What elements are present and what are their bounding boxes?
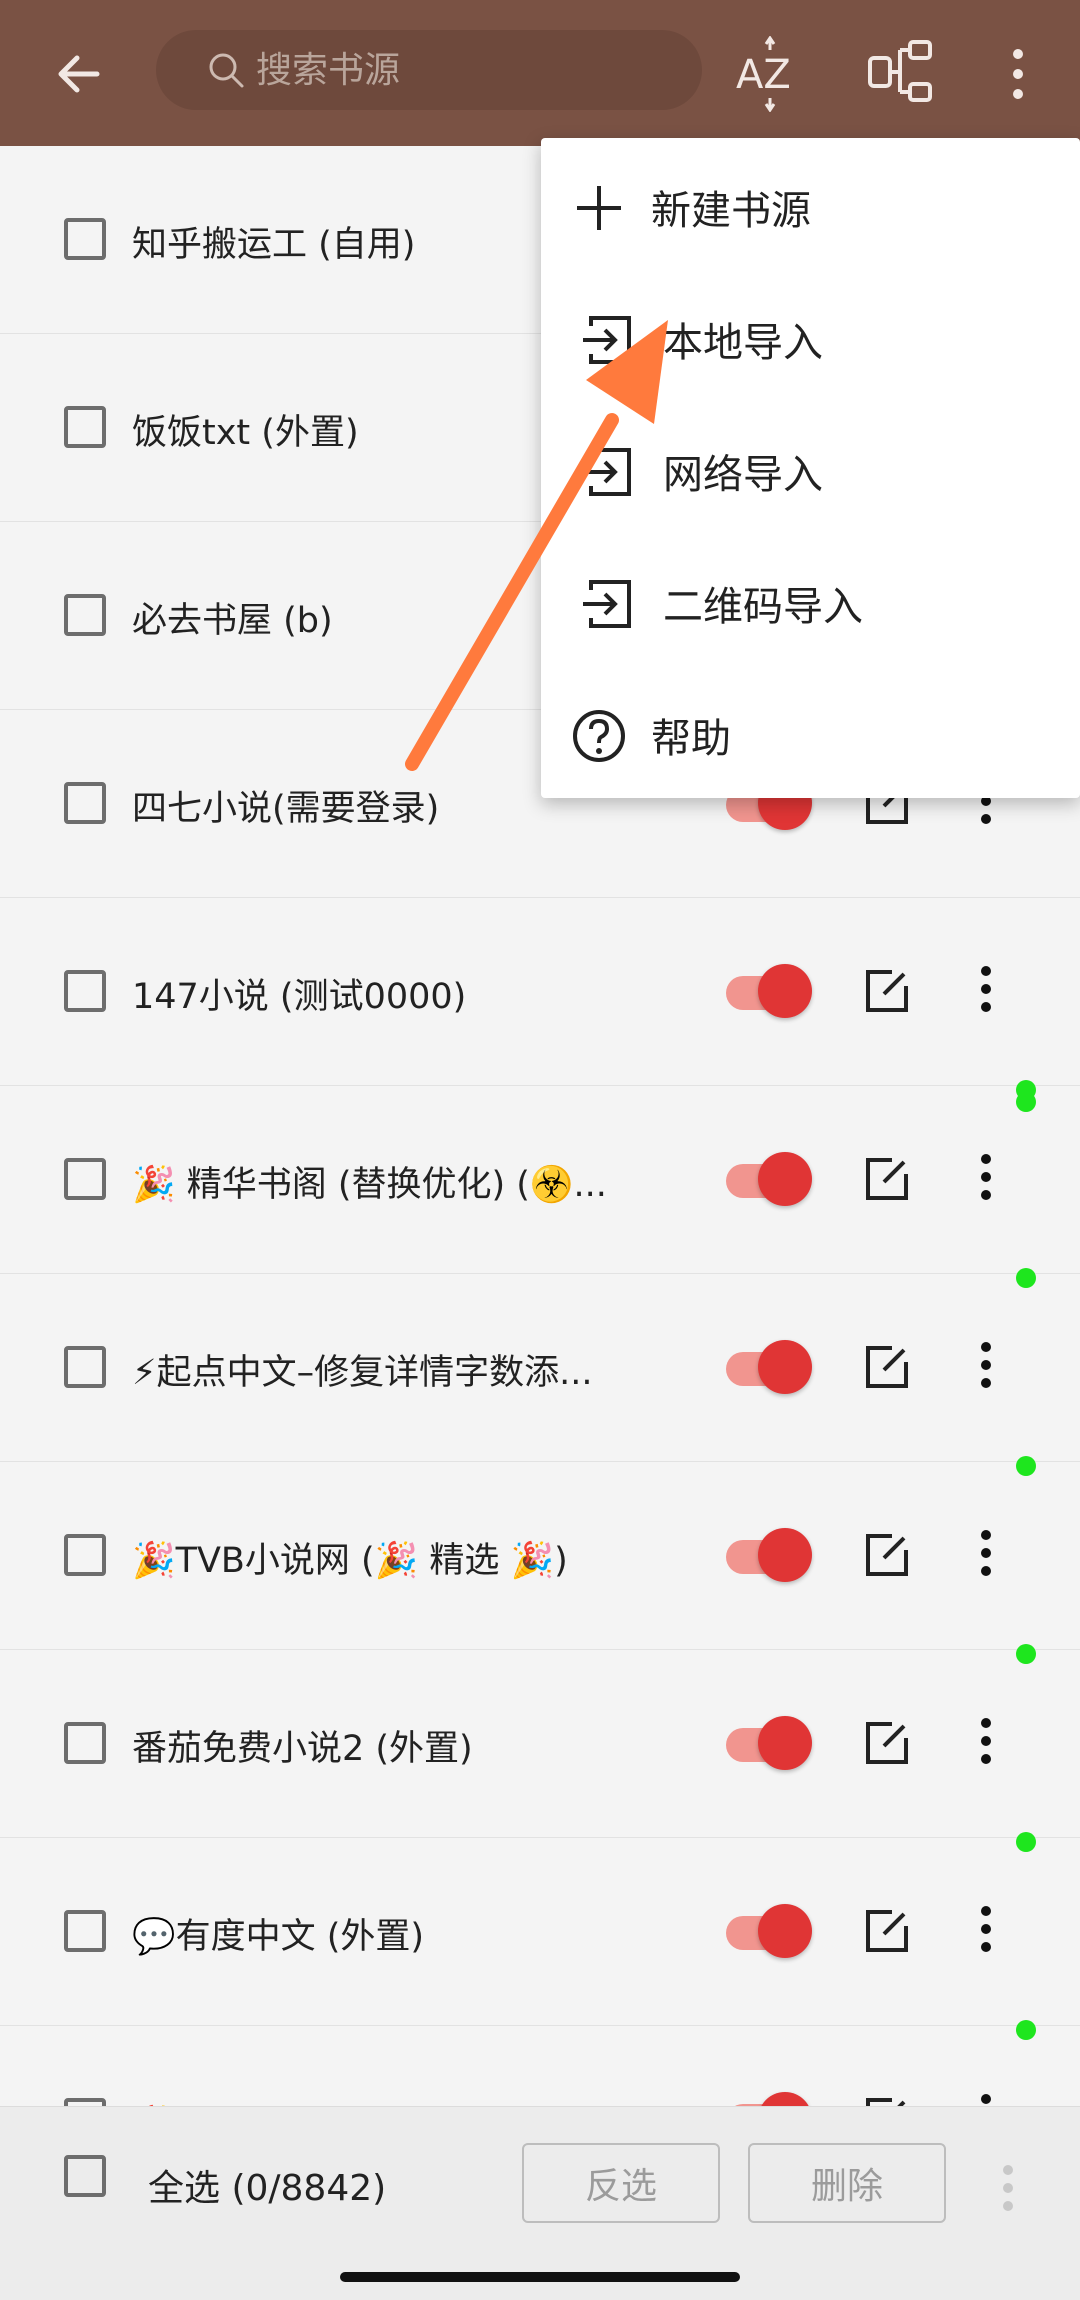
search-bar[interactable] bbox=[156, 30, 702, 110]
row-checkbox[interactable] bbox=[64, 1534, 106, 1576]
menu-item-label: 网络导入 bbox=[663, 452, 823, 498]
list-item[interactable]: 番茄免费小说2 (外置) bbox=[0, 1644, 1080, 1838]
import-icon bbox=[583, 448, 631, 496]
row-checkbox[interactable] bbox=[64, 782, 106, 824]
row-checkbox[interactable] bbox=[64, 594, 106, 636]
home-indicator bbox=[340, 2272, 740, 2282]
row-label: 🎉 精华书阁 (替换优化) (☣️... bbox=[132, 1165, 607, 1205]
search-icon bbox=[206, 50, 246, 90]
row-more-button[interactable] bbox=[978, 1718, 994, 1774]
search-input[interactable] bbox=[254, 48, 678, 92]
edit-icon[interactable] bbox=[862, 1906, 912, 1956]
list-item[interactable]: 147小说 (测试0000) bbox=[0, 898, 1080, 1112]
bottom-action-bar: 全选 (0/8842) 反选 删除 bbox=[0, 2106, 1080, 2300]
row-more-button[interactable] bbox=[978, 1906, 994, 1962]
row-label: 四七小说(需要登录) bbox=[132, 789, 440, 829]
row-checkbox[interactable] bbox=[64, 970, 106, 1012]
row-checkbox[interactable] bbox=[64, 218, 106, 260]
plus-icon bbox=[577, 186, 621, 230]
row-label: 饭饭txt (外置) bbox=[132, 413, 359, 453]
menu-item-label: 帮助 bbox=[651, 716, 731, 762]
row-more-button[interactable] bbox=[978, 1530, 994, 1586]
menu-item-label: 二维码导入 bbox=[663, 584, 863, 630]
row-more-button[interactable] bbox=[978, 966, 994, 1022]
edit-icon[interactable] bbox=[862, 1530, 912, 1580]
row-label: 番茄免费小说2 (外置) bbox=[132, 1729, 473, 1769]
row-label: 🎉TVB小说网 (🎉 精选 🎉) bbox=[132, 1541, 568, 1581]
menu-item-local-import[interactable]: 本地导入 bbox=[541, 270, 1080, 402]
row-label: 必去书屋 (b) bbox=[132, 601, 333, 641]
status-dot bbox=[1016, 1080, 1036, 1100]
row-label: ⚡起点中文–修复详情字数添... bbox=[132, 1353, 593, 1393]
status-dot bbox=[1016, 1644, 1036, 1664]
edit-icon[interactable] bbox=[862, 1154, 912, 1204]
menu-item-network-import[interactable]: 网络导入 bbox=[541, 402, 1080, 534]
group-icon bbox=[868, 40, 932, 102]
enable-switch[interactable] bbox=[722, 1900, 818, 1960]
list-item[interactable]: 💬有度中文 (外置) bbox=[0, 1832, 1080, 2026]
status-dot bbox=[1016, 1832, 1036, 1852]
edit-icon[interactable] bbox=[862, 966, 912, 1016]
row-label: 知乎搬运工 (自用) bbox=[132, 225, 416, 265]
enable-switch[interactable] bbox=[722, 960, 818, 1020]
status-dot bbox=[1016, 2020, 1036, 2040]
row-checkbox[interactable] bbox=[64, 406, 106, 448]
list-item[interactable]: 🎉 精华书阁 (替换优化) (☣️... bbox=[0, 1080, 1080, 1274]
menu-item-label: 本地导入 bbox=[663, 320, 823, 366]
more-menu-button[interactable] bbox=[988, 36, 1048, 112]
select-all-checkbox[interactable] bbox=[64, 2155, 106, 2197]
sort-button[interactable]: AZ bbox=[730, 35, 810, 113]
delete-button[interactable]: 删除 bbox=[748, 2143, 946, 2223]
row-label: 147小说 (测试0000) bbox=[132, 977, 467, 1017]
select-all-label[interactable]: 全选 (0/8842) bbox=[148, 2159, 386, 2211]
edit-icon[interactable] bbox=[862, 1342, 912, 1392]
enable-switch[interactable] bbox=[722, 1148, 818, 1208]
more-vertical-icon bbox=[1013, 49, 1023, 99]
back-button[interactable] bbox=[40, 36, 116, 112]
help-circle-icon bbox=[573, 710, 625, 762]
row-more-button[interactable] bbox=[978, 1154, 994, 1210]
list-item[interactable]: ⚡起点中文–修复详情字数添... bbox=[0, 1268, 1080, 1462]
row-label: 💬有度中文 (外置) bbox=[132, 1917, 425, 1957]
enable-switch[interactable] bbox=[722, 1712, 818, 1772]
list-item[interactable]: 🎉TVB小说网 (🎉 精选 🎉) bbox=[0, 1456, 1080, 1650]
enable-switch[interactable] bbox=[722, 1524, 818, 1584]
edit-icon[interactable] bbox=[862, 1718, 912, 1768]
import-icon bbox=[583, 316, 631, 364]
enable-switch[interactable] bbox=[722, 1336, 818, 1396]
import-icon bbox=[583, 580, 631, 628]
svg-text:AZ: AZ bbox=[736, 52, 791, 98]
group-button[interactable] bbox=[866, 36, 938, 112]
invert-selection-button[interactable]: 反选 bbox=[522, 2143, 720, 2223]
row-checkbox[interactable] bbox=[64, 1910, 106, 1952]
menu-item-qr-import[interactable]: 二维码导入 bbox=[541, 534, 1080, 666]
row-more-button[interactable] bbox=[978, 1342, 994, 1398]
menu-item-new-source[interactable]: 新建书源 bbox=[541, 138, 1080, 270]
arrow-left-icon bbox=[58, 55, 100, 93]
menu-item-help[interactable]: 帮助 bbox=[541, 666, 1080, 798]
row-checkbox[interactable] bbox=[64, 1346, 106, 1388]
menu-item-label: 新建书源 bbox=[651, 188, 811, 234]
status-dot bbox=[1016, 1268, 1036, 1288]
row-checkbox[interactable] bbox=[64, 1722, 106, 1764]
status-dot bbox=[1016, 1456, 1036, 1476]
sort-az-icon: AZ bbox=[736, 35, 791, 113]
overflow-menu: 新建书源 本地导入 网络导入 二维码导入 帮助 bbox=[541, 138, 1080, 798]
bottom-more-button[interactable] bbox=[1000, 2165, 1016, 2221]
row-checkbox[interactable] bbox=[64, 1158, 106, 1200]
app-bar: AZ bbox=[0, 0, 1080, 146]
